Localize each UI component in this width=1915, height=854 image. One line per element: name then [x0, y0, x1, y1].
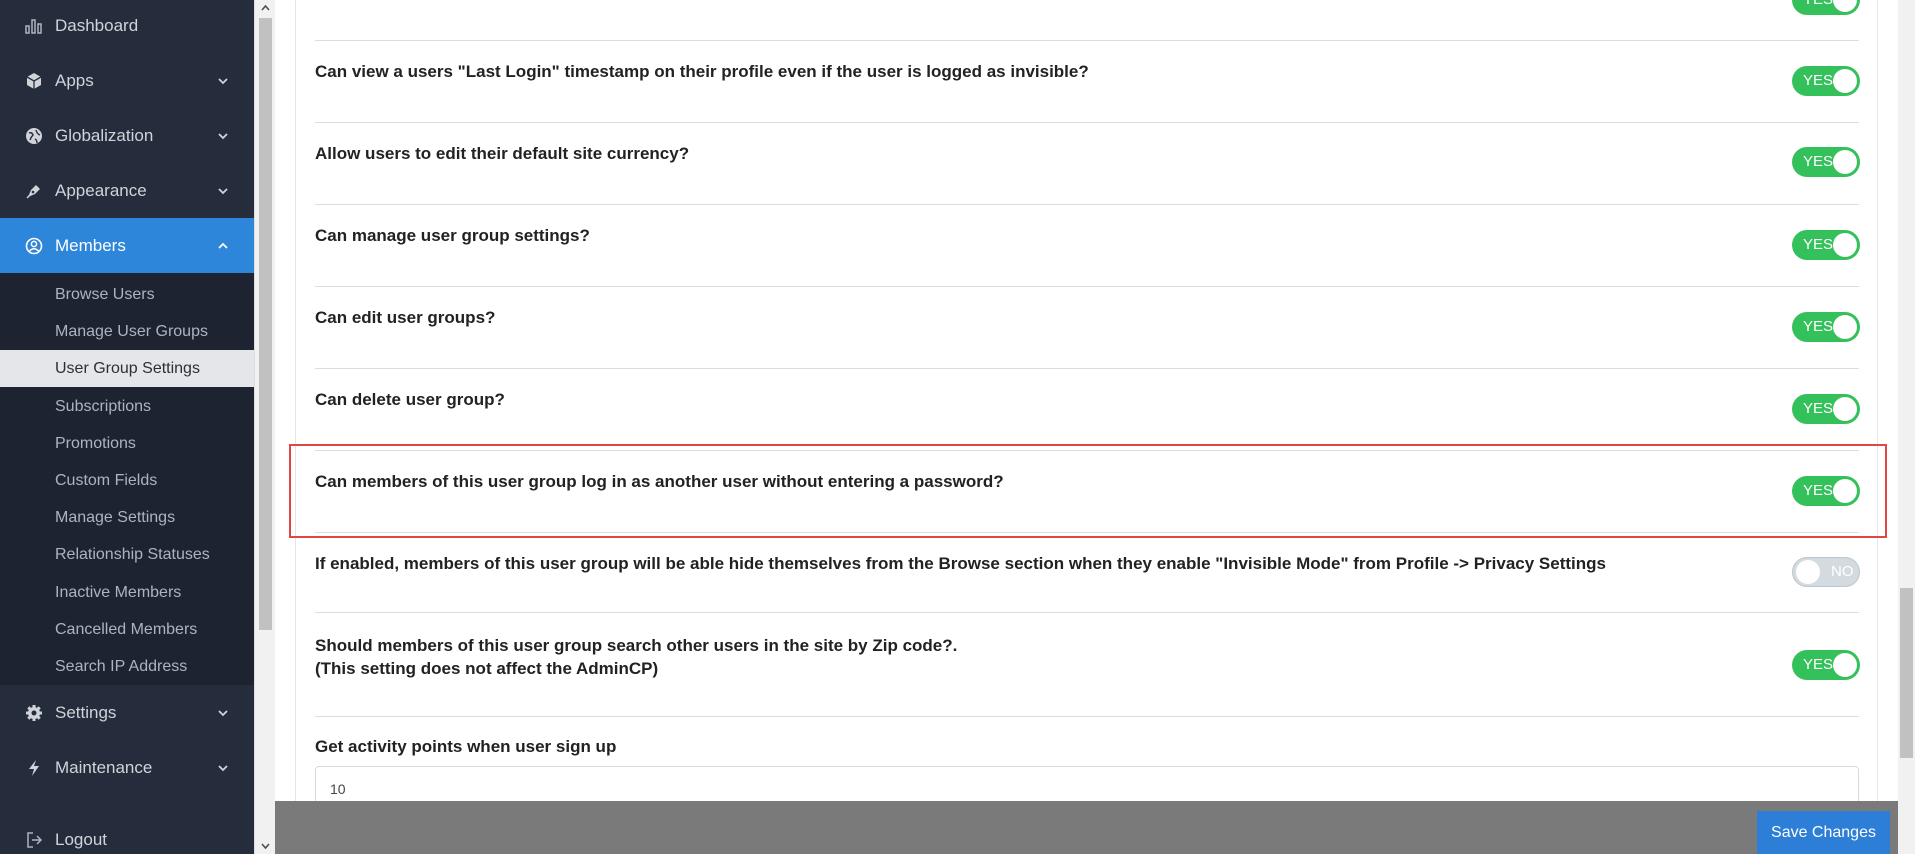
submenu-item-manage-settings[interactable]: Manage Settings [0, 499, 254, 536]
setting-question: Can view a users "Last Login" timestamp … [315, 62, 1089, 81]
sidebar-item-appearance[interactable]: Appearance [0, 163, 254, 218]
sidebar-item-logout[interactable]: Logout [0, 812, 254, 854]
toggle-switch[interactable]: YES [1792, 0, 1860, 15]
footer-bar [275, 801, 1915, 854]
submenu-item-browse-users[interactable]: Browse Users [0, 276, 254, 313]
pen-icon [24, 181, 44, 201]
sidebar-item-label: Dashboard [55, 15, 139, 35]
settings-row: Can view a users "Last Login" timestamp … [315, 41, 1860, 123]
toggle-switch[interactable]: YES [1792, 650, 1860, 680]
main-scrollbar[interactable] [1898, 0, 1915, 854]
toggle-switch[interactable]: YES [1792, 230, 1860, 260]
submenu-item-manage-user-groups[interactable]: Manage User Groups [0, 313, 254, 350]
sidebar-item-label: Members [55, 235, 126, 255]
toggle-knob [1833, 653, 1857, 677]
sidebar-item-label: Maintenance [55, 757, 153, 777]
sidebar-item-label: Globalization [55, 125, 154, 145]
chevron-down-icon [218, 77, 228, 84]
main-scrollbar-thumb[interactable] [1900, 588, 1913, 758]
chevron-up-icon [218, 242, 228, 249]
sidebar: Dashboard Apps Globalization Appearance … [0, 0, 254, 854]
settings-row: Can delete user group? YES [315, 369, 1860, 451]
settings-row: Allow users to edit their default site c… [315, 123, 1860, 205]
toggle-knob [1833, 150, 1857, 174]
setting-question: Allow users to edit their default site c… [315, 144, 690, 163]
setting-question: Can delete user group? [315, 390, 505, 409]
toggle-switch[interactable]: YES [1792, 147, 1860, 177]
sidebar-item-settings[interactable]: Settings [0, 685, 254, 740]
toggle-knob [1796, 560, 1820, 584]
setting-question: If enabled, members of this user group w… [315, 554, 1606, 573]
chevron-down-icon [218, 187, 228, 194]
settings-row: If enabled, members of this user group w… [315, 533, 1860, 613]
settings-row: Can manage user group settings? YES [315, 205, 1860, 287]
sidebar-item-label: Settings [55, 702, 117, 722]
activity-points-label: Get activity points when user sign up [315, 737, 617, 756]
highlight-box [289, 444, 1887, 538]
sidebar-item-label: Logout [55, 829, 107, 849]
members-submenu: Browse Users Manage User Groups User Gro… [0, 273, 254, 685]
sidebar-scrollbar-thumb[interactable] [259, 18, 272, 630]
toggle-knob [1833, 233, 1857, 257]
submenu-item-subscriptions[interactable]: Subscriptions [0, 388, 254, 425]
sidebar-item-maintenance[interactable]: Maintenance [0, 740, 254, 795]
sidebar-item-members[interactable]: Members [0, 218, 254, 273]
submenu-item-user-group-settings[interactable]: User Group Settings [0, 350, 254, 387]
sidebar-item-label: Appearance [55, 180, 147, 200]
scroll-up-arrow-icon[interactable] [260, 3, 271, 14]
submenu-item-custom-fields[interactable]: Custom Fields [0, 462, 254, 499]
cube-icon [24, 71, 44, 91]
toggle-knob [1833, 69, 1857, 93]
submenu-item-inactive-members[interactable]: Inactive Members [0, 574, 254, 611]
bolt-icon [24, 758, 44, 778]
settings-row: Can edit user groups? YES [315, 287, 1860, 369]
setting-question: Should members of this user group search… [315, 634, 957, 680]
toggle-knob [1833, 315, 1857, 339]
chevron-down-icon [218, 709, 228, 716]
save-changes-button[interactable]: Save Changes [1757, 811, 1890, 854]
toggle-switch[interactable]: YES [1792, 312, 1860, 342]
settings-row: Should members of this user group search… [315, 613, 1860, 717]
toggle-switch[interactable]: NO [1792, 557, 1860, 587]
toggle-switch[interactable]: YES [1792, 394, 1860, 424]
toggle-switch[interactable]: YES [1792, 66, 1860, 96]
logout-icon [24, 830, 44, 850]
setting-question-note: (This setting does not affect the AdminC… [315, 659, 659, 678]
toggle-knob [1833, 0, 1857, 12]
toggle-knob [1833, 397, 1857, 421]
gear-icon [24, 703, 44, 723]
submenu-item-cancelled-members[interactable]: Cancelled Members [0, 611, 254, 648]
globe-icon [24, 126, 44, 146]
user-circle-icon [24, 236, 44, 256]
sidebar-item-label: Apps [55, 70, 94, 90]
setting-question: Can manage user group settings? [315, 226, 590, 245]
chevron-down-icon [218, 764, 228, 771]
sidebar-item-dashboard[interactable]: Dashboard [0, 0, 254, 53]
submenu-item-promotions[interactable]: Promotions [0, 425, 254, 462]
sidebar-item-globalization[interactable]: Globalization [0, 108, 254, 163]
settings-row-partial: YES [315, 0, 1860, 41]
submenu-item-search-ip-address[interactable]: Search IP Address [0, 648, 254, 685]
chevron-down-icon [218, 132, 228, 139]
setting-question-line: Should members of this user group search… [315, 636, 958, 655]
sidebar-scrollbar[interactable] [254, 0, 275, 854]
bar-chart-icon [24, 16, 44, 36]
sidebar-item-apps[interactable]: Apps [0, 53, 254, 108]
submenu-item-relationship-statuses[interactable]: Relationship Statuses [0, 536, 254, 573]
scroll-down-arrow-icon[interactable] [260, 840, 271, 851]
setting-question: Can edit user groups? [315, 308, 496, 327]
